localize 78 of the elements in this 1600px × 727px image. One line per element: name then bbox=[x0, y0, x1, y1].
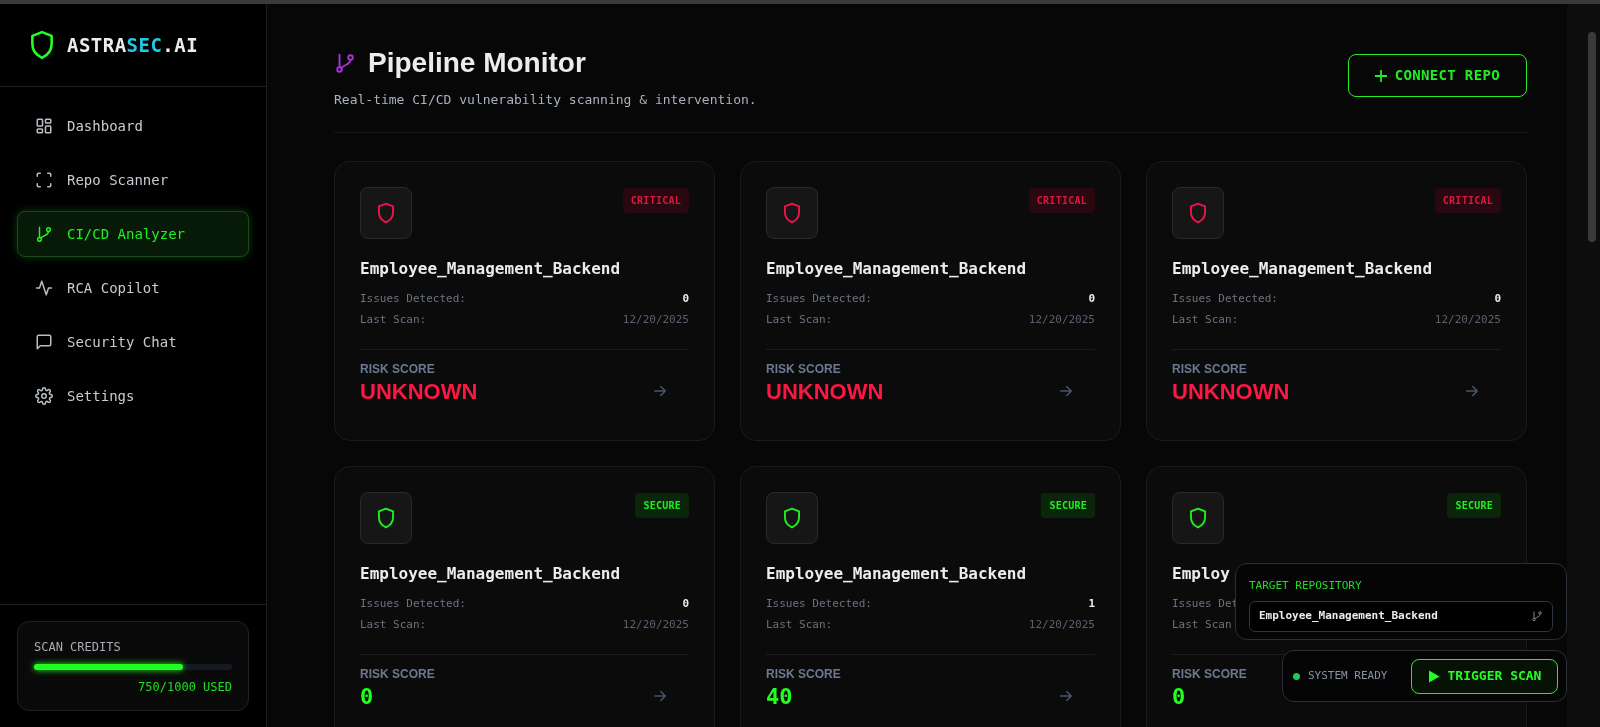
status-badge: SECURE bbox=[635, 492, 689, 518]
field-label: Issues Detected: bbox=[766, 595, 872, 612]
chat-icon bbox=[35, 333, 53, 351]
connect-repo-button[interactable]: CONNECT REPO bbox=[1347, 54, 1527, 97]
field-label: Last Scan: bbox=[360, 312, 427, 328]
page-title: Pipeline Monitor bbox=[368, 46, 586, 80]
field-label: Last Scan: bbox=[360, 617, 427, 633]
risk-score-label: RISK SCORE bbox=[766, 360, 841, 378]
grid-icon bbox=[35, 117, 53, 135]
risk-score-value: 0 bbox=[1172, 682, 1186, 711]
repository-name: Employee_Management_Backend bbox=[360, 257, 621, 280]
status-badge: CRITICAL bbox=[622, 187, 689, 213]
field-value: 12/20/2025 bbox=[622, 617, 689, 633]
play-icon bbox=[1427, 669, 1440, 683]
pulse-icon bbox=[35, 279, 53, 297]
shield-logo-icon bbox=[29, 30, 55, 60]
plus-icon bbox=[1374, 69, 1387, 82]
repository-card[interactable]: CRITICAL Employee_Management_Backend Issues Detected: 0 Last Scan: 12/20/2025 RISK SCORE UNKNOWN bbox=[740, 160, 1121, 441]
trigger-scan-button[interactable]: TRIGGER SCAN bbox=[1411, 658, 1558, 694]
risk-score-label: RISK SCORE bbox=[766, 665, 841, 683]
scan-frame-icon bbox=[35, 171, 53, 189]
nav-item[interactable]: RCA Copilot bbox=[17, 265, 249, 311]
field-label: Last Scan: bbox=[1172, 312, 1239, 328]
risk-score-label: RISK SCORE bbox=[1172, 360, 1247, 378]
settings-icon bbox=[35, 387, 53, 405]
repository-field[interactable]: Employee_Management_Backend bbox=[1249, 600, 1553, 632]
field-value: 12/20/2025 bbox=[1434, 312, 1501, 328]
nav-item[interactable]: Repo Scanner bbox=[17, 157, 249, 203]
field-label: Last Scan: bbox=[766, 312, 833, 328]
field-value: 12/20/2025 bbox=[622, 312, 689, 328]
system-status: SYSTEM READY bbox=[1308, 667, 1388, 684]
branch-icon bbox=[334, 52, 356, 74]
repository-name: Employee_Management_Backend bbox=[766, 562, 1027, 585]
status-badge: CRITICAL bbox=[1028, 187, 1095, 213]
repository-card[interactable]: CRITICAL Employee_Management_Backend Issues Detected: 0 Last Scan: 12/20/2025 RISK SCORE UNKNOWN bbox=[1146, 160, 1527, 441]
repository-card[interactable]: SECURE Employee_Management_Backend Issues Detected: 0 Last Scan: 12/20/2025 RISK SCORE 0 bbox=[334, 465, 715, 727]
repository-name: Employee_Management_Backend bbox=[1172, 257, 1433, 280]
risk-score-value: 0 bbox=[360, 682, 374, 711]
target-repository-label: TARGET REPOSITORY bbox=[1249, 578, 1363, 594]
page-subtitle: Real-time CI/CD vulnerability scanning & intervention. bbox=[334, 91, 757, 109]
branch-icon bbox=[1531, 610, 1543, 622]
status-badge: CRITICAL bbox=[1434, 187, 1501, 213]
risk-score-value: 40 bbox=[766, 682, 793, 711]
app-logo: ASTRASEC.AI bbox=[67, 32, 199, 58]
credits-reading: 750/1000 USED bbox=[138, 679, 232, 696]
risk-score-value: UNKNOWN bbox=[766, 377, 884, 406]
status-badge: SECURE bbox=[1041, 492, 1095, 518]
field-value: 0 bbox=[682, 595, 689, 612]
repository-card[interactable]: CRITICAL Employee_Management_Backend Issues Detected: 0 Last Scan: 12/20/2025 RISK SCORE UNKNOWN bbox=[334, 160, 715, 441]
scrollbar[interactable] bbox=[1567, 4, 1600, 727]
risk-score-value: UNKNOWN bbox=[360, 377, 478, 406]
nav-item[interactable]: CI/CD Analyzer bbox=[17, 211, 249, 257]
field-label: Issues Detected: bbox=[766, 290, 872, 307]
field-value: 12/20/2025 bbox=[1028, 312, 1095, 328]
field-value: 0 bbox=[682, 290, 689, 307]
field-value: 1 bbox=[1088, 595, 1095, 612]
status-badge: SECURE bbox=[1447, 492, 1501, 518]
repository-name: Employ bbox=[1172, 562, 1230, 585]
field-value: 0 bbox=[1494, 290, 1501, 307]
nav-item[interactable]: Dashboard bbox=[17, 103, 249, 149]
field-label: Issues Detected: bbox=[360, 290, 466, 307]
field-value: 12/20/2025 bbox=[1028, 617, 1095, 633]
nav-item[interactable]: Settings bbox=[17, 373, 249, 419]
risk-score-value: UNKNOWN bbox=[1172, 377, 1290, 406]
field-label: Issues Detected: bbox=[360, 595, 466, 612]
repository-name: Employee_Management_Backend bbox=[766, 257, 1027, 280]
risk-score-label: RISK SCORE bbox=[1172, 665, 1247, 683]
repository-card[interactable]: SECURE Employee_Management_Backend Issues Detected: 1 Last Scan: 12/20/2025 RISK SCORE 40 bbox=[740, 465, 1121, 727]
risk-score-label: RISK SCORE bbox=[360, 665, 435, 683]
risk-score-label: RISK SCORE bbox=[360, 360, 435, 378]
field-label: Issues Detected: bbox=[1172, 290, 1278, 307]
field-label: Last Scan bbox=[1172, 617, 1232, 633]
branch-icon bbox=[35, 225, 53, 243]
repository-name: Employee_Management_Backend bbox=[360, 562, 621, 585]
nav-item[interactable]: Security Chat bbox=[17, 319, 249, 365]
field-value: 0 bbox=[1088, 290, 1095, 307]
credits-title: SCAN CREDITS bbox=[34, 639, 122, 656]
field-label: Last Scan: bbox=[766, 617, 833, 633]
